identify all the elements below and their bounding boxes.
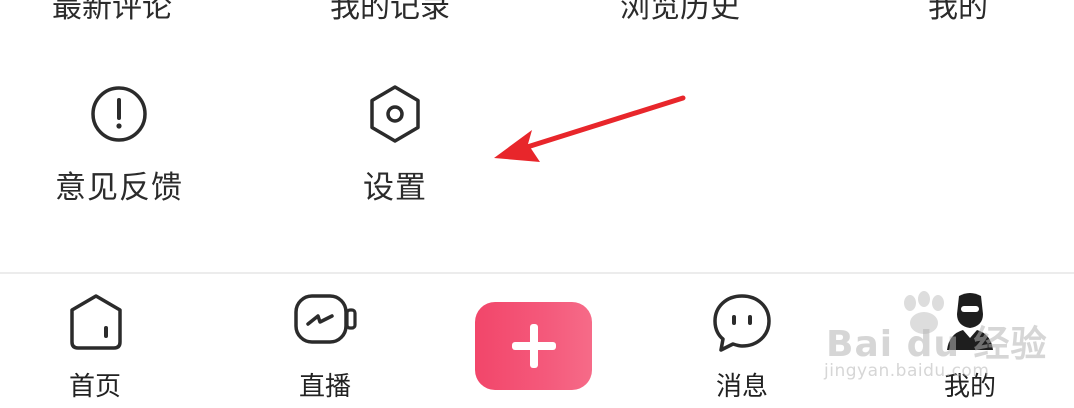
home-icon [70, 294, 122, 350]
hexagon-settings-icon [370, 85, 420, 143]
top-item-label[interactable]: 我的记录 [330, 0, 450, 26]
tab-label: 直播 [298, 372, 351, 402]
tab-bar-divider [0, 272, 1074, 274]
top-menu-row-cutoff: 最新评论 我的记录 浏览历史 我的 [0, 0, 1074, 25]
plus-icon [511, 324, 556, 368]
create-post-button[interactable] [475, 302, 592, 390]
tab-me[interactable]: 我的 [900, 290, 1040, 408]
menu-item-feedback[interactable]: 意见反馈 [19, 82, 219, 212]
top-item-label[interactable]: 我的 [928, 0, 988, 26]
live-camera-icon [294, 294, 357, 344]
tab-label: 消息 [715, 372, 768, 402]
exclamation-circle-icon [91, 86, 147, 142]
menu-item-settings[interactable]: 设置 [295, 82, 495, 212]
tab-live[interactable]: 直播 [255, 290, 395, 408]
tab-label: 首页 [68, 372, 121, 402]
profile-icon [947, 293, 993, 350]
tab-label: 我的 [943, 372, 996, 402]
menu-item-label: 意见反馈 [55, 170, 183, 206]
red-arrow-annotation-icon [494, 95, 686, 162]
top-item-label[interactable]: 浏览历史 [620, 0, 740, 26]
menu-item-label: 设置 [363, 170, 427, 206]
tab-home[interactable]: 首页 [25, 290, 165, 408]
top-item-label[interactable]: 最新评论 [52, 0, 172, 26]
chat-bubble-icon [713, 294, 771, 352]
tab-messages[interactable]: 消息 [672, 290, 812, 408]
